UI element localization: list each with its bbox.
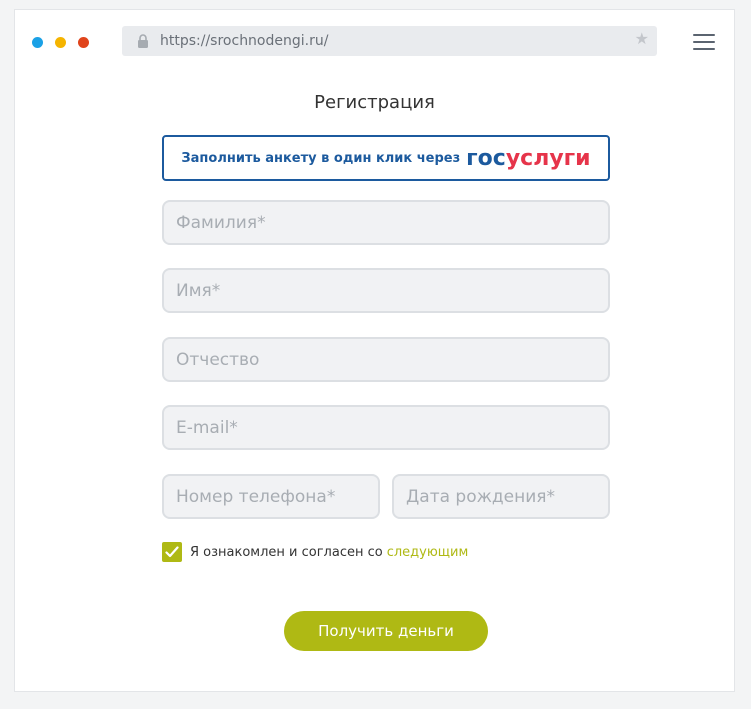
agreement-checkbox[interactable] bbox=[162, 542, 182, 562]
address-url[interactable]: https://srochnodengi.ru/ bbox=[160, 33, 328, 49]
birthdate-field[interactable] bbox=[392, 474, 610, 519]
window-dot-yellow[interactable] bbox=[55, 37, 66, 48]
hamburger-icon[interactable] bbox=[693, 34, 715, 50]
gosuslugi-logo: госуслуги bbox=[466, 146, 590, 171]
page-title: Регистрация bbox=[314, 92, 435, 113]
gosuslugi-button[interactable]: Заполнить анкету в один клик через госус… bbox=[162, 135, 610, 181]
phone-field[interactable] bbox=[162, 474, 380, 519]
agreement-row: Я ознакомлен и согласен со следующим bbox=[162, 542, 468, 562]
star-icon[interactable]: ★ bbox=[635, 32, 649, 48]
get-money-button[interactable]: Получить деньги bbox=[284, 611, 488, 651]
gosuslugi-label: Заполнить анкету в один клик через bbox=[181, 150, 461, 166]
window-dot-red[interactable] bbox=[78, 37, 89, 48]
gosuslugi-logo-part1: гос bbox=[466, 145, 506, 171]
middle-name-field[interactable] bbox=[162, 337, 610, 382]
first-name-field[interactable] bbox=[162, 268, 610, 313]
agreement-link[interactable]: следующим bbox=[387, 545, 469, 560]
agreement-text: Я ознакомлен и согласен со bbox=[190, 544, 383, 560]
browser-window: https://srochnodengi.ru/ ★ Регистрация З… bbox=[14, 9, 735, 692]
checkmark-icon bbox=[165, 546, 179, 558]
address-bar[interactable]: https://srochnodengi.ru/ ★ bbox=[122, 26, 657, 56]
email-field[interactable] bbox=[162, 405, 610, 450]
window-dot-blue[interactable] bbox=[32, 37, 43, 48]
gosuslugi-logo-part2: услуги bbox=[505, 145, 591, 171]
lock-icon bbox=[137, 34, 149, 53]
last-name-field[interactable] bbox=[162, 200, 610, 245]
